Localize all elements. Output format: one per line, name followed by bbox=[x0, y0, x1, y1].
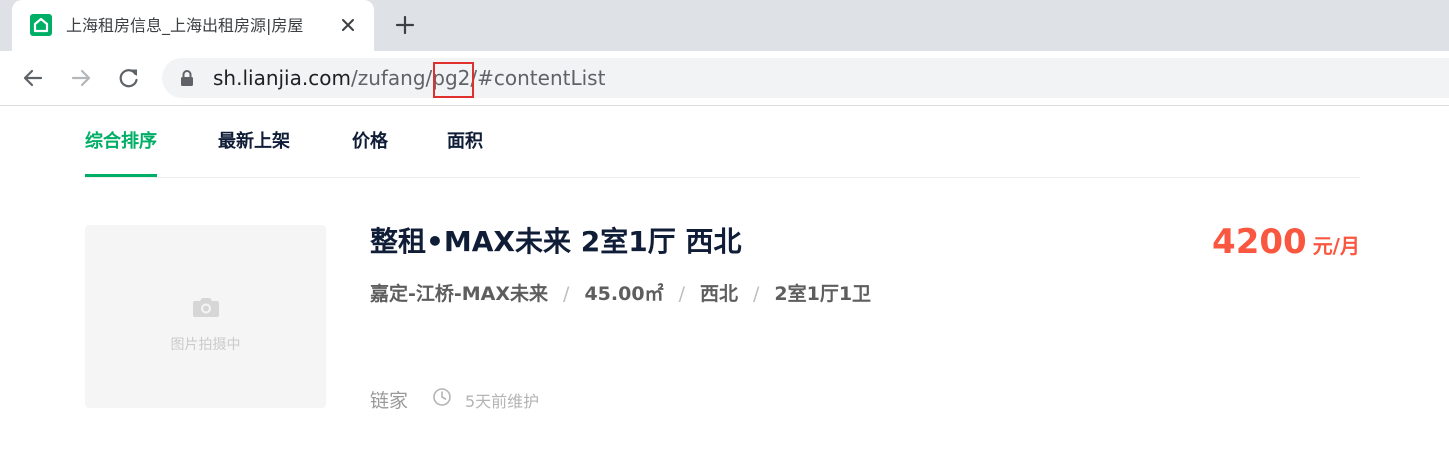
lianjia-favicon-icon bbox=[30, 14, 52, 36]
listing-description: 嘉定-江桥-MAX未来 / 45.00㎡ / 西北 / 2室1厅1卫 bbox=[370, 280, 871, 308]
address-bar[interactable]: sh.lianjia.com/zufang/pg2/#contentList bbox=[162, 58, 1449, 98]
lock-icon[interactable] bbox=[180, 69, 194, 87]
reload-icon[interactable] bbox=[116, 65, 142, 91]
listing-orientation: 西北 bbox=[699, 283, 738, 305]
maintained-time: 5天前维护 bbox=[465, 392, 540, 411]
photo-placeholder-text: 图片拍摄中 bbox=[170, 337, 241, 353]
sort-tab-default[interactable]: 综合排序 bbox=[85, 130, 157, 177]
listing-brand: 链家 bbox=[370, 390, 409, 412]
tab-title: 上海租房信息_上海出租房源|房屋 bbox=[66, 16, 304, 35]
url-page-highlight-box bbox=[433, 62, 474, 98]
price-value: 4200 bbox=[1212, 222, 1307, 262]
listing-layout: 2室1厅1卫 bbox=[774, 283, 872, 305]
listing-area: 45.00㎡ bbox=[584, 283, 664, 305]
separator: / bbox=[563, 283, 570, 305]
separator: / bbox=[752, 283, 760, 305]
close-tab-icon[interactable] bbox=[338, 15, 358, 35]
sort-bar: 综合排序 最新上架 价格 面积 bbox=[85, 106, 1360, 178]
listing-title[interactable]: 整租•MAX未来 2室1厅 西北 bbox=[370, 223, 741, 261]
browser-toolbar: sh.lianjia.com/zufang/pg2/#contentList bbox=[0, 51, 1449, 106]
url-path-before: /zufang/ bbox=[350, 66, 433, 90]
separator: / bbox=[678, 283, 685, 305]
url-text[interactable]: sh.lianjia.com/zufang/pg2/#contentList bbox=[213, 58, 605, 98]
forward-arrow-icon[interactable] bbox=[68, 65, 94, 91]
sort-tab-price[interactable]: 价格 bbox=[352, 130, 388, 154]
browser-tab[interactable]: 上海租房信息_上海出租房源|房屋 bbox=[12, 0, 374, 51]
url-host: sh.lianjia.com bbox=[213, 66, 351, 90]
price-unit: 元/月 bbox=[1312, 234, 1360, 258]
sort-tab-newest[interactable]: 最新上架 bbox=[218, 130, 290, 154]
clock-icon bbox=[432, 387, 452, 407]
camera-icon bbox=[192, 296, 220, 318]
listing-photo-placeholder[interactable]: 图片拍摄中 bbox=[85, 225, 326, 408]
listing-price: 4200 元/月 bbox=[1212, 222, 1360, 262]
browser-tab-strip: 上海租房信息_上海出租房源|房屋 bbox=[0, 0, 1449, 51]
new-tab-plus-icon[interactable] bbox=[394, 14, 416, 36]
sort-tab-area[interactable]: 面积 bbox=[447, 130, 483, 154]
listing-location[interactable]: 嘉定-江桥-MAX未来 bbox=[370, 283, 548, 305]
back-arrow-icon[interactable] bbox=[20, 65, 46, 91]
url-path-after: /#contentList bbox=[470, 66, 606, 90]
